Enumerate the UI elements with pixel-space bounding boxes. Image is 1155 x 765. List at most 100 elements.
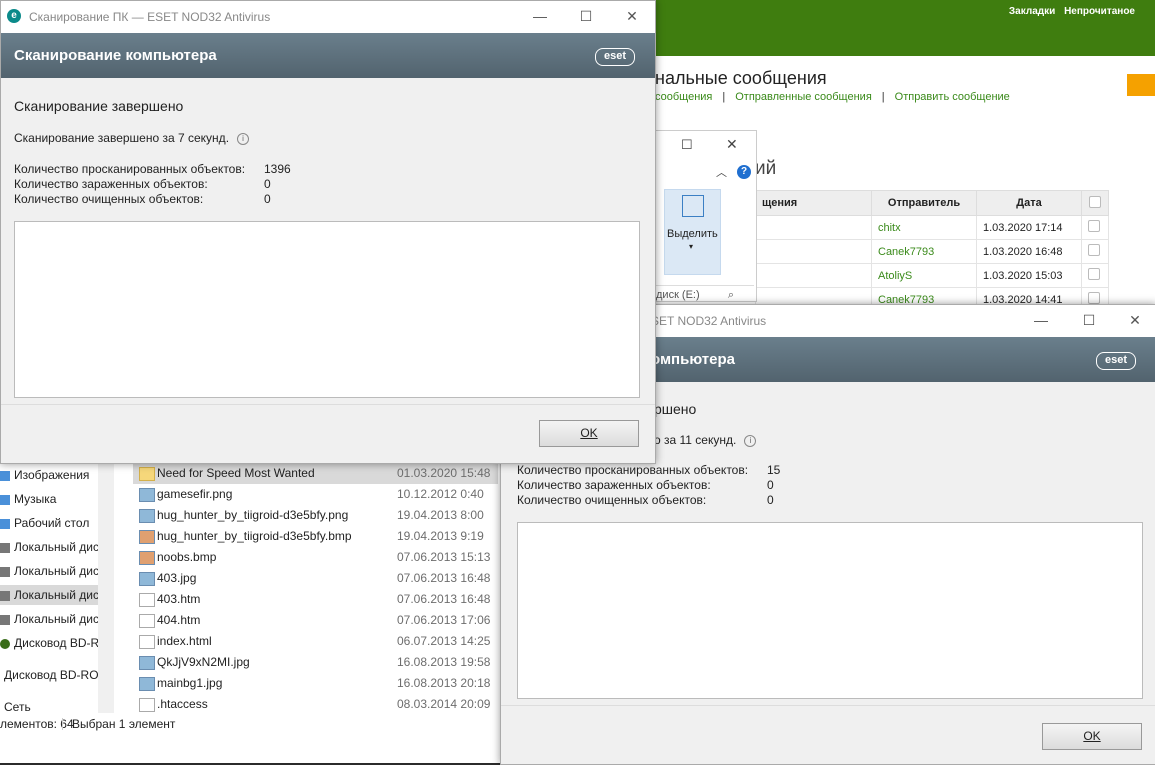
info-icon[interactable]: i	[744, 434, 757, 447]
sent-link[interactable]: Отправленные сообщения	[735, 91, 872, 103]
sender-link[interactable]: Canek7793	[871, 239, 977, 264]
date-cell: 1.03.2020 17:14	[976, 215, 1082, 240]
file-item[interactable]: gamesefir.png 10.12.2012 0:40	[133, 484, 498, 505]
header-title: Сканирование компьютера	[14, 47, 217, 64]
file-item[interactable]: noobs.bmp 07.06.2013 15:13	[133, 547, 498, 568]
nav-item-disk[interactable]: Локальный дис	[0, 561, 98, 581]
row-checkbox[interactable]	[1088, 220, 1100, 232]
file-item[interactable]: QkJjV9xN2MI.jpg 16.08.2013 19:58	[133, 652, 498, 673]
image-file-icon	[139, 487, 155, 502]
info-icon[interactable]: i	[237, 132, 250, 145]
ok-button[interactable]: OK	[539, 420, 639, 447]
file-item[interactable]: index.html 06.07.2013 14:25	[133, 631, 498, 652]
scan-log[interactable]	[517, 522, 1143, 699]
desktop-icon	[0, 518, 10, 529]
date-cell: 1.03.2020 15:03	[976, 263, 1082, 288]
nav-item-pictures[interactable]: Изображения	[0, 465, 98, 485]
messages-table: щения Отправитель Дата chitx 1.03.2020 17…	[755, 190, 1109, 312]
maximize-icon[interactable]: ☐	[681, 137, 693, 153]
file-item[interactable]: 404.htm 07.06.2013 17:06	[133, 610, 498, 631]
bmp-file-icon	[139, 529, 155, 544]
search-input[interactable]: диск (E:) ⌕	[656, 285, 754, 304]
scan-status: ршено	[654, 401, 697, 417]
site-topbar: Закладки Непрочитаное	[655, 0, 1155, 56]
scanned-label: Количество просканированных объектов:	[517, 463, 749, 477]
nav-item-disk-selected[interactable]: Локальный дис	[0, 585, 98, 605]
inbox-link[interactable]: сообщения	[655, 91, 712, 103]
select-label: Выделить	[667, 228, 718, 240]
infected-value: 0	[767, 478, 774, 492]
nav-item-bd-rom[interactable]: Дисковод BD-RO	[4, 665, 102, 685]
sender-link[interactable]: chitx	[871, 215, 977, 240]
unread-link[interactable]: Непрочитаное	[1064, 6, 1135, 17]
nav-item-desktop[interactable]: Рабочий стол	[0, 513, 98, 533]
nav-item-music[interactable]: Музыка	[0, 489, 98, 509]
col-check	[1081, 190, 1109, 216]
eset-scan-dialog-1: e Сканирование ПК — ESET NOD32 Antivirus…	[0, 0, 656, 464]
window-title: SET NOD32 Antivirus	[651, 314, 767, 328]
nav-item-disk[interactable]: Локальный дис	[0, 537, 98, 557]
help-icon[interactable]: ?	[737, 165, 751, 179]
scanned-value: 1396	[264, 162, 291, 176]
nav-item-bd-rom[interactable]: Дисковод BD-RO	[0, 633, 98, 653]
select-button[interactable]: Выделить ▾	[664, 189, 721, 275]
minimize-icon[interactable]: —	[520, 6, 560, 26]
title-bar: e Сканирование ПК — ESET NOD32 Antivirus…	[1, 1, 655, 33]
close-icon[interactable]: ✕	[612, 6, 652, 26]
section-title: ий	[755, 158, 777, 179]
scan-duration: о за 11 секунд. i	[654, 433, 757, 447]
row-checkbox[interactable]	[1088, 268, 1100, 280]
close-icon[interactable]: ✕	[726, 136, 738, 153]
table-row[interactable]: Canek7793 1.03.2020 16:48	[755, 239, 1109, 264]
chevron-up-icon[interactable]: ︿	[716, 164, 727, 180]
file-item[interactable]: 403.htm 07.06.2013 16:48	[133, 589, 498, 610]
eset-logo: eset	[595, 48, 635, 66]
infected-label: Количество зараженных объектов:	[14, 177, 208, 191]
table-row[interactable]: chitx 1.03.2020 17:14	[755, 215, 1109, 240]
search-placeholder: диск (E:)	[656, 289, 700, 301]
ok-button[interactable]: OK	[1042, 723, 1142, 750]
explorer-ribbon-window: ☐ ✕ ︿ ? Выделить ▾ диск (E:) ⌕	[655, 130, 757, 302]
scanned-value: 15	[767, 463, 781, 477]
scan-log[interactable]	[14, 221, 640, 398]
file-item[interactable]: .htaccess 08.03.2014 20:09	[133, 694, 498, 715]
scan-duration: Сканирование завершено за 7 секунд. i	[14, 131, 250, 145]
drive-icon	[0, 542, 10, 553]
nav-item-disk[interactable]: Локальный дис	[0, 609, 98, 629]
minimize-icon[interactable]: —	[1021, 310, 1061, 330]
sender-link[interactable]: AtoliyS	[871, 263, 977, 288]
bookmarks-link[interactable]: Закладки	[1009, 6, 1055, 17]
page-title: нальные сообщения	[655, 68, 827, 88]
music-icon	[0, 494, 10, 505]
drive-icon	[0, 590, 10, 601]
send-link[interactable]: Отправить сообщение	[895, 91, 1010, 103]
col-sender: Отправитель	[871, 190, 977, 216]
select-all-checkbox[interactable]	[1089, 195, 1101, 208]
scan-status: Сканирование завершено	[14, 98, 184, 114]
orange-tab[interactable]	[1127, 74, 1155, 96]
eset-logo: eset	[1096, 352, 1136, 370]
image-file-icon	[139, 508, 155, 523]
bmp-file-icon	[139, 550, 155, 565]
scanned-label: Количество просканированных объектов:	[14, 162, 246, 176]
row-checkbox[interactable]	[1088, 244, 1100, 256]
file-item[interactable]: mainbg1.jpg 16.08.2013 20:18	[133, 673, 498, 694]
eset-app-icon: e	[7, 9, 21, 23]
cleaned-label: Количество очищенных объектов:	[14, 192, 204, 206]
close-icon[interactable]: ✕	[1115, 310, 1155, 330]
html-file-icon	[139, 634, 155, 649]
file-item[interactable]: hug_hunter_by_tiigroid-d3e5bfy.png 19.04.…	[133, 505, 498, 526]
maximize-icon[interactable]: ☐	[1069, 310, 1109, 330]
nav-pane: Изображения Музыка Рабочий стол Локальны…	[0, 455, 99, 715]
header-title: омпьютера	[651, 351, 735, 368]
file-item[interactable]: 403.jpg 07.06.2013 16:48	[133, 568, 498, 589]
file-item-selected[interactable]: Need for Speed Most Wanted 01.03.2020 15:…	[133, 463, 498, 484]
nav-scrollbar[interactable]	[98, 455, 114, 715]
table-row[interactable]: AtoliyS 1.03.2020 15:03	[755, 263, 1109, 288]
maximize-icon[interactable]: ☐	[566, 6, 606, 26]
select-grid-icon	[682, 195, 704, 217]
folder-icon	[139, 466, 155, 481]
row-checkbox[interactable]	[1088, 292, 1100, 304]
cleaned-value: 0	[264, 192, 271, 206]
file-item[interactable]: hug_hunter_by_tiigroid-d3e5bfy.bmp 19.04.…	[133, 526, 498, 547]
